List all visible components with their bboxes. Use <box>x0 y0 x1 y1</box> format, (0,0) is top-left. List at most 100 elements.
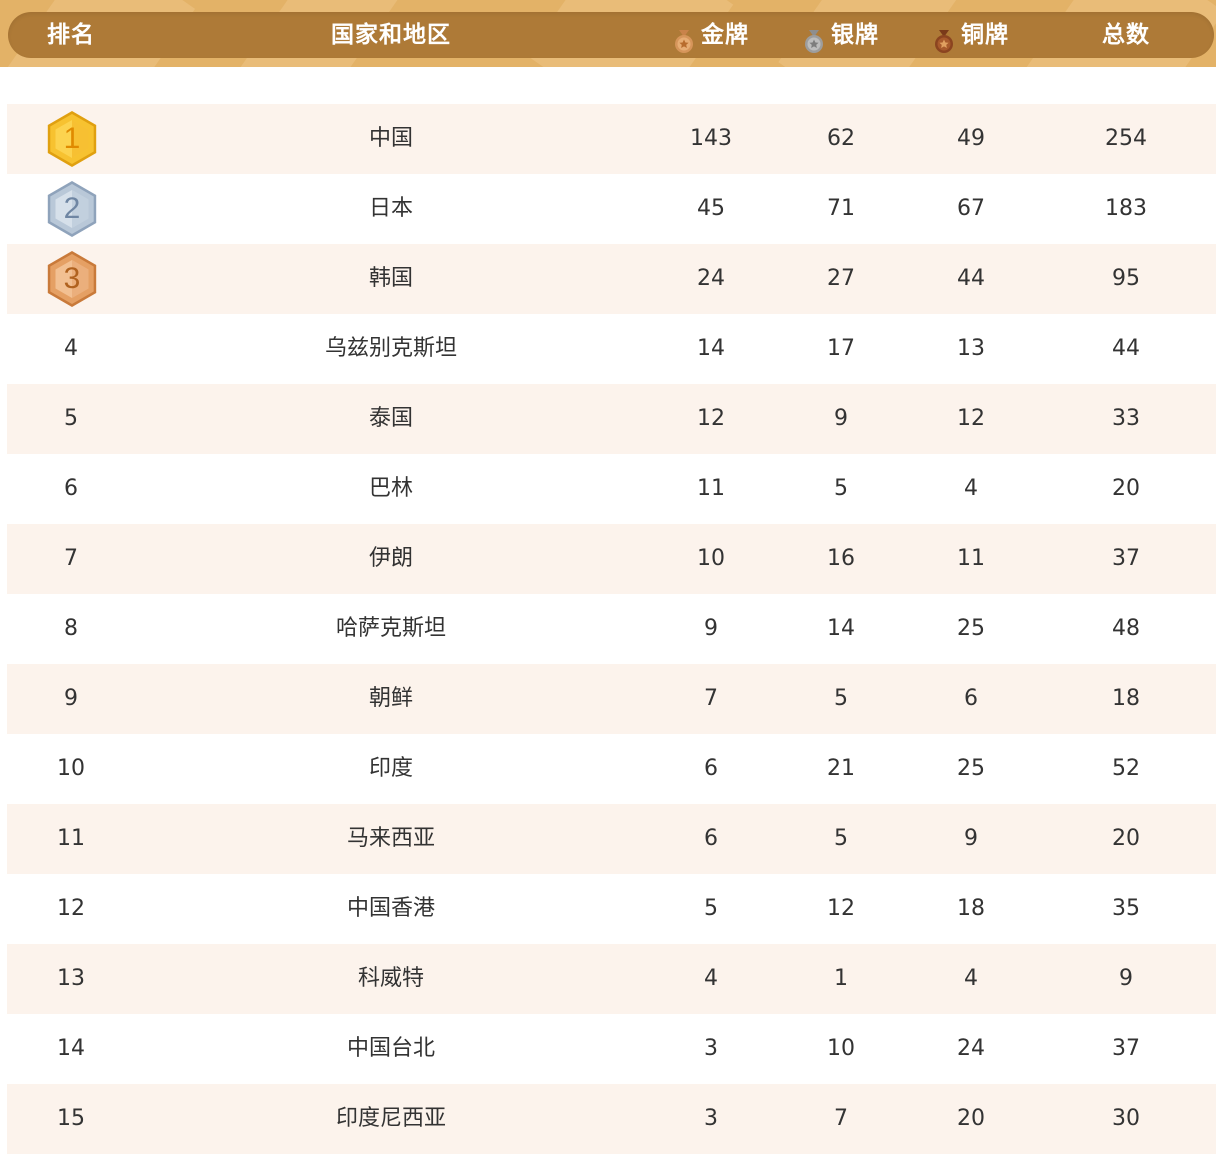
total-cell: 37 <box>1112 1036 1140 1061</box>
gold-cell: 6 <box>704 826 718 851</box>
table-row: 2 日本 45 71 67 183 <box>7 174 1216 244</box>
country-cell: 伊朗 <box>368 546 413 571</box>
rank-cell: 4 <box>64 336 78 361</box>
bronze-cell: 44 <box>957 266 985 291</box>
bronze-cell: 4 <box>964 966 978 991</box>
table-row: 14 中国台北 3 10 24 37 <box>7 1014 1216 1084</box>
gold-cell: 12 <box>697 406 725 431</box>
silver-cell: 5 <box>834 826 848 851</box>
table-row: 1 中国 143 62 49 254 <box>7 104 1216 174</box>
table-row: 5 泰国 12 9 12 33 <box>7 384 1216 454</box>
total-cell: 9 <box>1119 966 1133 991</box>
country-cell: 哈萨克斯坦 <box>335 616 446 641</box>
rank-number: 1 <box>63 122 81 155</box>
table-row: 13 科威特 4 1 4 9 <box>7 944 1216 1014</box>
country-cell: 乌兹别克斯坦 <box>324 336 457 361</box>
gold-cell: 4 <box>704 966 718 991</box>
header-total-label: 总数 <box>1102 22 1150 48</box>
bronze-cell: 25 <box>957 616 985 641</box>
gold-cell: 5 <box>704 896 718 921</box>
table-row: 9 朝鲜 7 5 6 18 <box>7 664 1216 734</box>
total-cell: 20 <box>1112 476 1140 501</box>
gold-cell: 7 <box>704 686 718 711</box>
total-cell: 33 <box>1112 406 1140 431</box>
silver-cell: 27 <box>827 266 855 291</box>
silver-cell: 7 <box>834 1106 848 1131</box>
table-row: 12 中国香港 5 12 18 35 <box>7 874 1216 944</box>
gold-cell: 3 <box>704 1106 718 1131</box>
silver-cell: 21 <box>827 756 855 781</box>
rank-cell: 13 <box>57 966 85 991</box>
total-cell: 44 <box>1112 336 1140 361</box>
bronze-cell: 4 <box>964 476 978 501</box>
silver-cell: 71 <box>827 196 855 221</box>
silver-medal-icon <box>803 24 825 53</box>
gold-medal-icon <box>673 24 695 53</box>
header-gold-label: 金牌 <box>701 22 749 48</box>
silver-rank-badge-icon: 2 <box>44 180 100 238</box>
country-cell: 马来西亚 <box>346 826 435 851</box>
rank-cell: 14 <box>57 1036 85 1061</box>
table-row: 8 哈萨克斯坦 9 14 25 48 <box>7 594 1216 664</box>
gold-cell: 45 <box>697 196 725 221</box>
table-row: 3 韩国 24 27 44 95 <box>7 244 1216 314</box>
total-cell: 254 <box>1105 126 1147 151</box>
country-cell: 科威特 <box>357 966 424 991</box>
rank-number: 2 <box>63 192 81 225</box>
rank-number: 3 <box>63 262 81 295</box>
header-country: 国家和地区 <box>241 12 541 58</box>
country-cell: 韩国 <box>368 266 413 291</box>
bronze-cell: 6 <box>964 686 978 711</box>
rank-cell: 7 <box>64 546 78 571</box>
bronze-rank-badge-icon: 3 <box>44 250 100 308</box>
rank-cell: 8 <box>64 616 78 641</box>
total-cell: 18 <box>1112 686 1140 711</box>
header-rank-label: 排名 <box>47 22 95 48</box>
rank-cell: 12 <box>57 896 85 921</box>
silver-cell: 12 <box>827 896 855 921</box>
bronze-cell: 67 <box>957 196 985 221</box>
bronze-cell: 18 <box>957 896 985 921</box>
rank-cell: 15 <box>57 1106 85 1131</box>
silver-cell: 5 <box>834 686 848 711</box>
country-cell: 中国 <box>368 126 413 151</box>
header-bronze-label: 铜牌 <box>961 22 1009 48</box>
gold-cell: 3 <box>704 1036 718 1061</box>
country-cell: 中国香港 <box>346 896 435 921</box>
total-cell: 35 <box>1112 896 1140 921</box>
gold-cell: 24 <box>697 266 725 291</box>
country-cell: 日本 <box>368 196 413 221</box>
total-cell: 37 <box>1112 546 1140 571</box>
silver-cell: 14 <box>827 616 855 641</box>
bronze-cell: 49 <box>957 126 985 151</box>
gold-cell: 143 <box>690 126 732 151</box>
medal-table-body: 1 中国 143 62 49 254 2 日本 45 71 67 183 3 韩国 24 27 44 95 4 乌兹别… <box>7 104 1216 1154</box>
total-cell: 183 <box>1105 196 1147 221</box>
gold-cell: 11 <box>697 476 725 501</box>
gold-rank-badge-icon: 1 <box>44 110 100 168</box>
bronze-cell: 13 <box>957 336 985 361</box>
total-cell: 48 <box>1112 616 1140 641</box>
header-total: 总数 <box>1076 12 1176 58</box>
gold-cell: 10 <box>697 546 725 571</box>
country-cell: 印度 <box>368 756 413 781</box>
rank-cell: 11 <box>57 826 85 851</box>
header-silver: 银牌 <box>771 12 911 58</box>
rank-cell: 9 <box>64 686 78 711</box>
silver-cell: 1 <box>834 966 848 991</box>
table-row: 10 印度 6 21 25 52 <box>7 734 1216 804</box>
country-cell: 巴林 <box>368 476 413 501</box>
silver-cell: 9 <box>834 406 848 431</box>
silver-cell: 10 <box>827 1036 855 1061</box>
bronze-cell: 24 <box>957 1036 985 1061</box>
bronze-medal-icon <box>933 24 955 53</box>
header-gold: 金牌 <box>641 12 781 58</box>
country-cell: 朝鲜 <box>368 686 413 711</box>
header-silver-label: 银牌 <box>831 22 879 48</box>
total-cell: 52 <box>1112 756 1140 781</box>
country-cell: 中国台北 <box>346 1036 435 1061</box>
bronze-cell: 12 <box>957 406 985 431</box>
total-cell: 30 <box>1112 1106 1140 1131</box>
country-cell: 印度尼西亚 <box>335 1106 446 1131</box>
silver-cell: 62 <box>827 126 855 151</box>
